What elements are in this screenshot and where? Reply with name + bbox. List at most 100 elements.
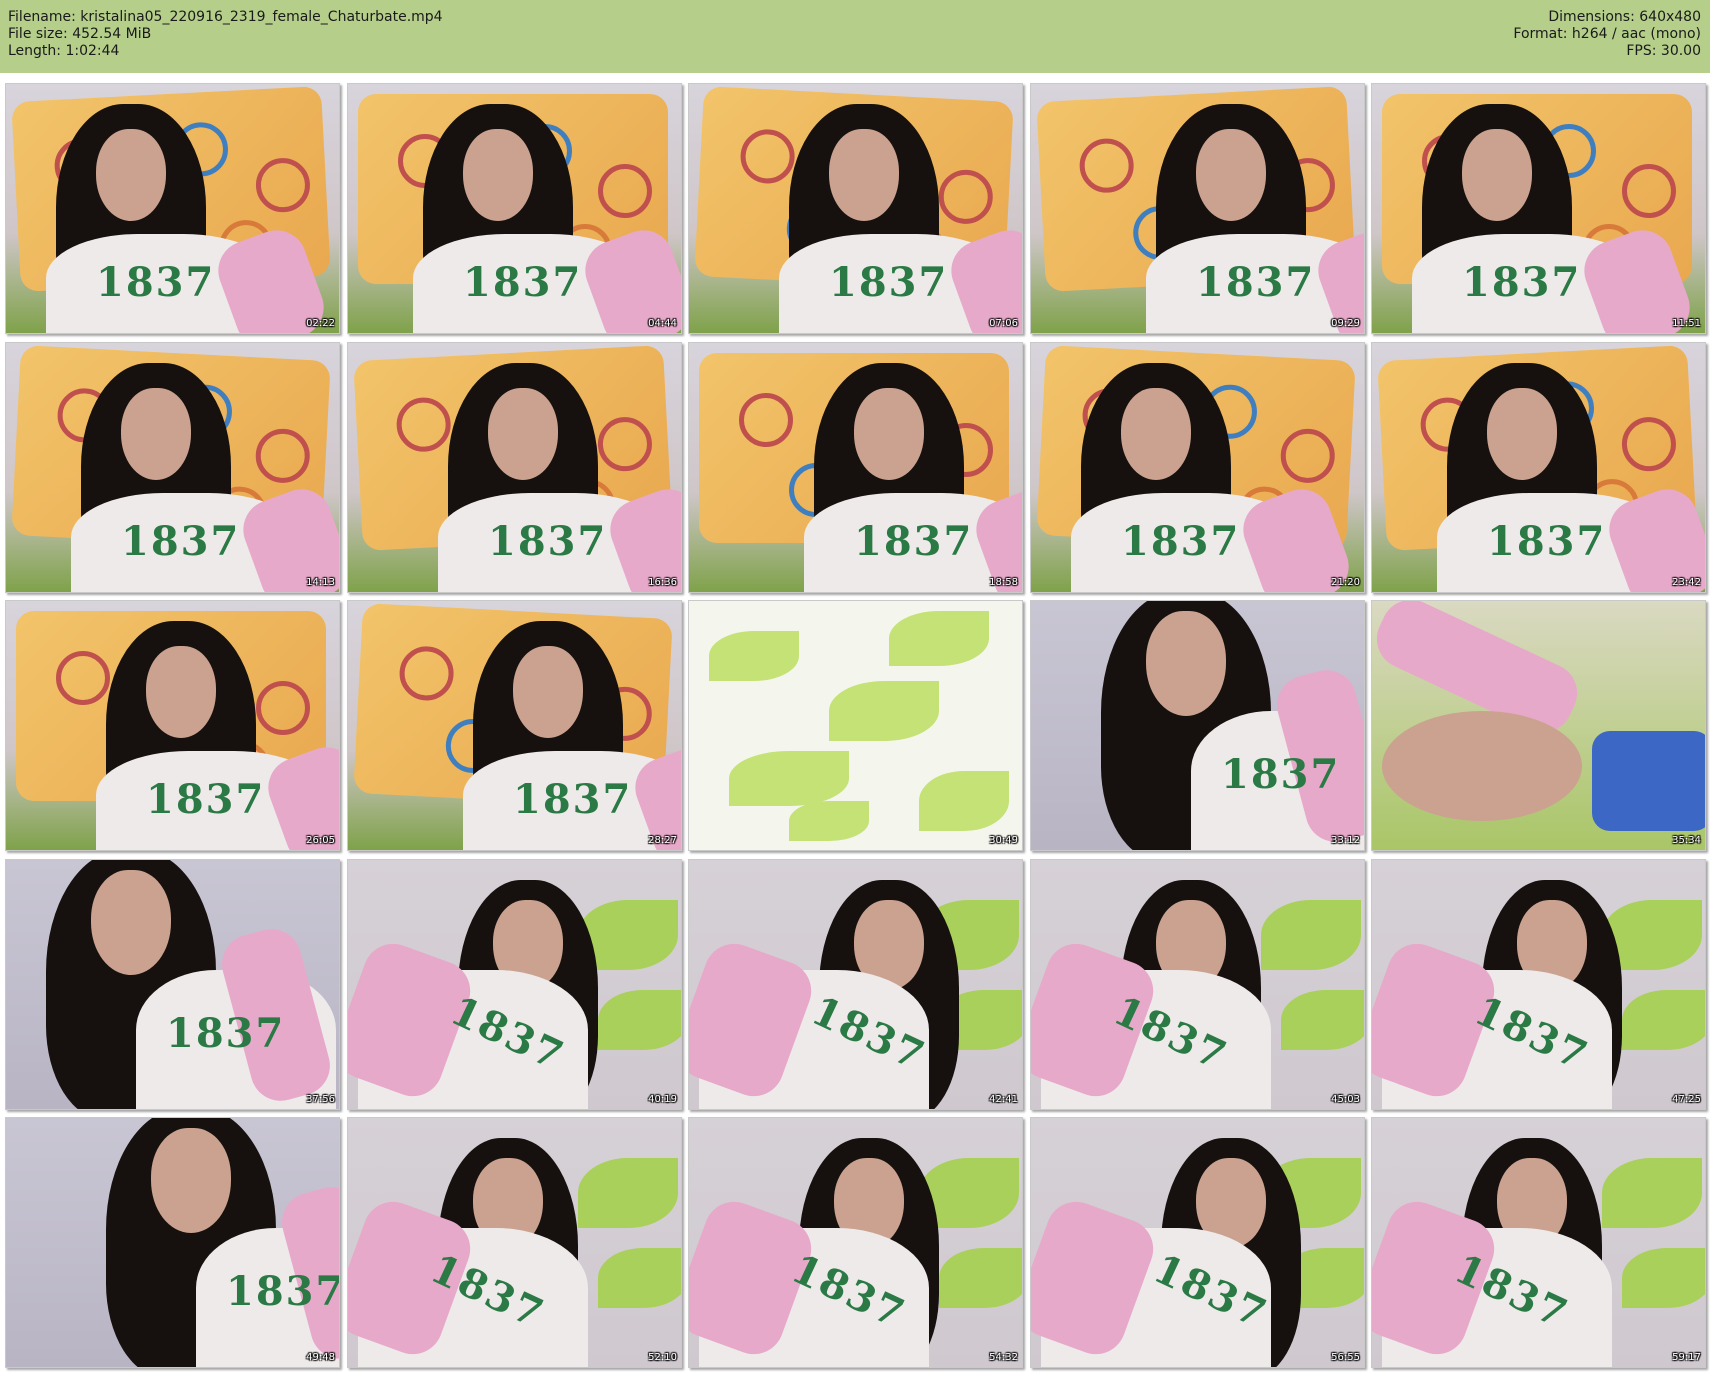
jersey-number: 1837 xyxy=(1121,518,1241,565)
thumbnail-timestamp: 49:48 xyxy=(306,1352,335,1363)
jersey-number: 1837 xyxy=(1196,259,1316,306)
jersey-number: 1837 xyxy=(121,518,241,565)
thumbnail-timestamp: 11:51 xyxy=(1672,318,1701,329)
leaf-pattern xyxy=(1261,900,1361,970)
leaf-pattern xyxy=(598,990,681,1050)
face-shape xyxy=(513,646,583,738)
thumbnail-timestamp: 02:22 xyxy=(306,318,335,329)
thumbnail-timestamp: 35:34 xyxy=(1672,835,1701,846)
thumbnail-timestamp: 56:55 xyxy=(1331,1352,1360,1363)
video-thumbnail: 1837 04:44 xyxy=(347,83,682,334)
ring-pattern xyxy=(596,415,654,473)
leaf-pattern xyxy=(939,1248,1022,1308)
leaf-pattern xyxy=(829,681,939,741)
ring-pattern xyxy=(254,156,312,214)
face-shape xyxy=(1121,388,1191,480)
ring-pattern xyxy=(254,427,312,485)
video-thumbnail: 1837 07:06 xyxy=(688,83,1023,334)
video-thumbnail: 1837 26:05 xyxy=(5,600,340,851)
face-shape xyxy=(1462,129,1532,221)
video-thumbnail: 1837 14:13 xyxy=(5,342,340,593)
face-shape xyxy=(1196,129,1266,221)
ring-pattern xyxy=(1620,415,1678,473)
thumbnail-timestamp: 04:44 xyxy=(648,318,677,329)
thumbnail-timestamp: 21:20 xyxy=(1331,577,1360,588)
video-thumbnail: 1837 56:55 xyxy=(1030,1117,1365,1368)
video-thumbnail: 1837 21:20 xyxy=(1030,342,1365,593)
thumbnail-grid: 1837 02:22 1837 04:44 1837 07:06 1837 09:29 1837… xyxy=(0,0,1710,1373)
jersey-number: 1837 xyxy=(96,259,216,306)
video-thumbnail: 1837 33:12 xyxy=(1030,600,1365,851)
leaf-pattern xyxy=(709,631,799,681)
face-shape xyxy=(488,388,558,480)
ring-pattern xyxy=(56,651,110,705)
face-shape xyxy=(146,646,216,738)
video-thumbnail: 1837 45:03 xyxy=(1030,859,1365,1110)
leaf-pattern xyxy=(598,1248,681,1308)
leaf-pattern xyxy=(1602,1158,1702,1228)
video-thumbnail: 1837 23:42 xyxy=(1371,342,1706,593)
face-shape xyxy=(1487,388,1557,480)
video-thumbnail: 1837 37:56 xyxy=(5,859,340,1110)
leaf-pattern xyxy=(919,771,1009,831)
leaf-pattern xyxy=(578,1158,678,1228)
thumbnail-timestamp: 07:06 xyxy=(989,318,1018,329)
video-thumbnail: 1837 28:27 xyxy=(347,600,682,851)
video-thumbnail: 30:49 xyxy=(688,600,1023,851)
thumbnail-timestamp: 09:29 xyxy=(1331,318,1360,329)
jersey-number: 1837 xyxy=(146,776,266,823)
thumbnail-timestamp: 42:41 xyxy=(989,1094,1018,1105)
thumbnail-timestamp: 23:42 xyxy=(1672,577,1701,588)
video-thumbnail: 1837 16:36 xyxy=(347,342,682,593)
video-thumbnail: 1837 52:10 xyxy=(347,1117,682,1368)
leaf-pattern xyxy=(1281,990,1364,1050)
video-thumbnail: 1837 49:48 xyxy=(5,1117,340,1368)
jersey-number: 1837 xyxy=(166,1010,286,1057)
jersey-number: 1837 xyxy=(463,259,583,306)
leaf-pattern xyxy=(789,801,869,841)
thumbnail-timestamp: 14:13 xyxy=(306,577,335,588)
jersey-number: 1837 xyxy=(226,1268,340,1315)
leaf-pattern xyxy=(729,751,849,806)
face-shape xyxy=(96,129,166,221)
legs-shape xyxy=(1382,711,1582,821)
video-thumbnail: 1837 54:32 xyxy=(688,1117,1023,1368)
thumbnail-timestamp: 18:58 xyxy=(989,577,1018,588)
ring-pattern xyxy=(739,128,796,185)
face-shape xyxy=(1146,611,1226,716)
face-shape xyxy=(829,129,899,221)
video-thumbnail: 1837 11:51 xyxy=(1371,83,1706,334)
ring-pattern xyxy=(256,681,310,735)
thumbnail-timestamp: 28:27 xyxy=(648,835,677,846)
video-thumbnail: 1837 02:22 xyxy=(5,83,340,334)
thumbnail-timestamp: 47:25 xyxy=(1672,1094,1701,1105)
video-thumbnail: 1837 40:19 xyxy=(347,859,682,1110)
thumbnail-timestamp: 40:19 xyxy=(648,1094,677,1105)
jersey-number: 1837 xyxy=(513,776,633,823)
leaf-pattern xyxy=(1622,990,1705,1050)
face-shape xyxy=(151,1128,231,1233)
video-thumbnail: 35:34 xyxy=(1371,600,1706,851)
jersey-number: 1837 xyxy=(854,518,974,565)
thumbnail-timestamp: 37:56 xyxy=(306,1094,335,1105)
video-thumbnail: 1837 09:29 xyxy=(1030,83,1365,334)
face-shape xyxy=(91,870,171,975)
face-shape xyxy=(854,388,924,480)
ring-pattern xyxy=(937,168,995,226)
thumbnail-timestamp: 30:49 xyxy=(989,835,1018,846)
thumbnail-timestamp: 54:32 xyxy=(989,1352,1018,1363)
ring-pattern xyxy=(1622,164,1676,218)
ring-pattern xyxy=(739,393,793,447)
jersey-number: 1837 xyxy=(488,518,608,565)
video-thumbnail: 1837 47:25 xyxy=(1371,859,1706,1110)
jersey-number: 1837 xyxy=(1487,518,1607,565)
jersey-number: 1837 xyxy=(1462,259,1582,306)
thumbnail-timestamp: 45:03 xyxy=(1331,1094,1360,1105)
jersey-number: 1837 xyxy=(1221,751,1341,798)
blue-pillow-shape xyxy=(1592,731,1705,831)
ring-pattern xyxy=(1078,137,1136,195)
ring-pattern xyxy=(1279,427,1337,485)
thumbnail-timestamp: 16:36 xyxy=(648,577,677,588)
jersey-number: 1837 xyxy=(829,259,949,306)
leaf-pattern xyxy=(1622,1248,1705,1308)
